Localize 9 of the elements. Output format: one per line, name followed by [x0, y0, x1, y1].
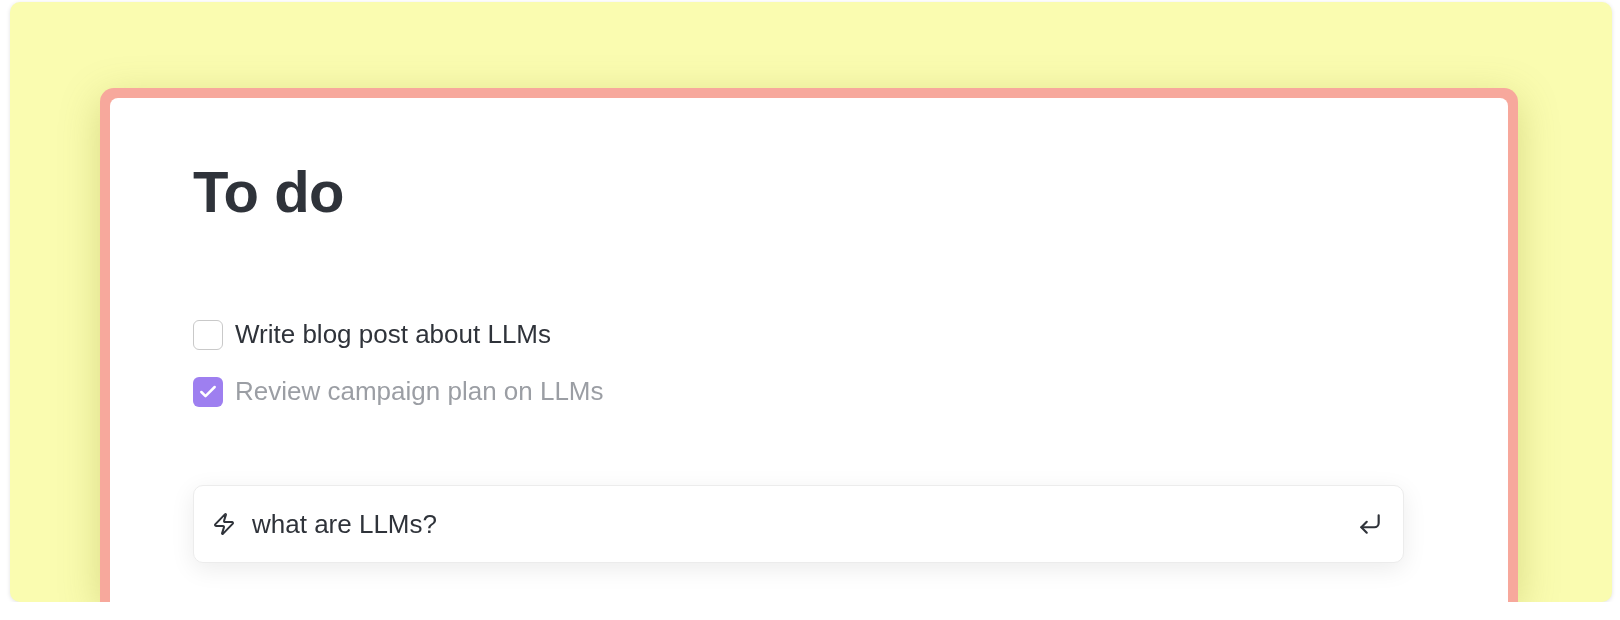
page-title: To do: [193, 158, 346, 225]
enter-icon[interactable]: [1357, 511, 1383, 537]
task-label: Review campaign plan on LLMs: [235, 376, 604, 407]
input-field[interactable]: what are LLMs?: [250, 507, 1343, 541]
task-label: Write blog post about LLMs: [235, 319, 552, 350]
lightning-icon: [212, 512, 236, 536]
checkbox[interactable]: [193, 319, 223, 350]
checkbox[interactable]: [193, 376, 223, 407]
prompt-field[interactable]: what are LLMs?: [193, 485, 1404, 563]
